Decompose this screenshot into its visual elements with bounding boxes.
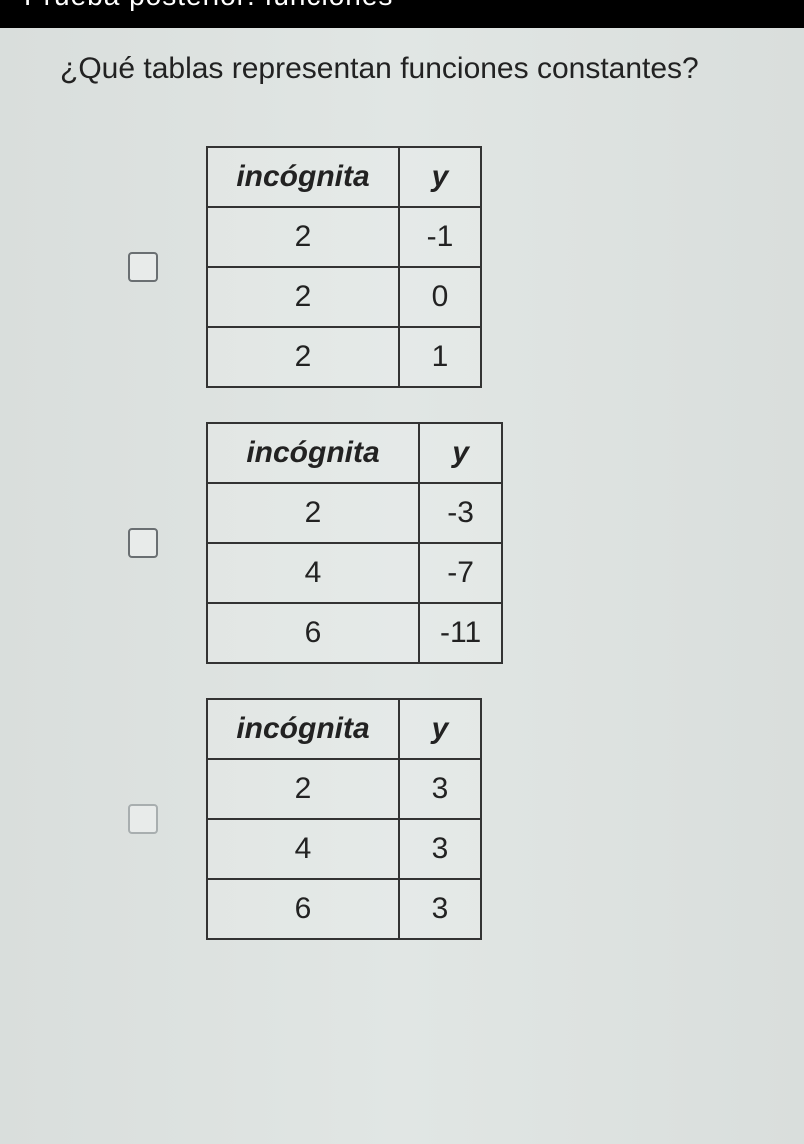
table-option-2: incógnita y 2 -3 4 -7 6 -11 [206,422,503,664]
option-2: incógnita y 2 -3 4 -7 6 -11 [128,422,764,664]
checkbox-option-2[interactable] [128,528,158,558]
header-x: incógnita [207,423,419,483]
table-row: 2 -1 [207,207,481,267]
cell-x: 2 [207,759,399,819]
table-header-row: incógnita y [207,423,502,483]
table-option-1: incógnita y 2 -1 2 0 2 1 [206,146,482,388]
table-row: 4 3 [207,819,481,879]
table-row: 4 -7 [207,543,502,603]
cell-y: -3 [419,483,502,543]
cell-x: 2 [207,483,419,543]
checkbox-option-1[interactable] [128,252,158,282]
cell-x: 4 [207,819,399,879]
content-area: ¿Qué tablas representan funciones consta… [0,28,804,1014]
question-text: ¿Qué tablas representan funciones consta… [60,52,764,86]
header-x: incógnita [207,699,399,759]
table-row: 6 3 [207,879,481,939]
cell-y: 3 [399,879,481,939]
cell-y: -11 [419,603,502,663]
table-row: 2 3 [207,759,481,819]
cell-y: 1 [399,327,481,387]
header-y: y [399,147,481,207]
option-3: incógnita y 2 3 4 3 6 3 [128,698,764,940]
table-row: 6 -11 [207,603,502,663]
cell-y: -7 [419,543,502,603]
cell-x: 2 [207,267,399,327]
table-header-row: incógnita y [207,699,481,759]
table-row: 2 -3 [207,483,502,543]
cell-y: 3 [399,759,481,819]
option-1: incógnita y 2 -1 2 0 2 1 [128,146,764,388]
title-bar: Prueba posterior: funciones [0,0,804,28]
checkbox-option-3[interactable] [128,804,158,834]
table-row: 2 1 [207,327,481,387]
header-y: y [419,423,502,483]
cell-y: -1 [399,207,481,267]
cell-y: 0 [399,267,481,327]
header-y: y [399,699,481,759]
cell-x: 4 [207,543,419,603]
header-x: incógnita [207,147,399,207]
cell-x: 6 [207,603,419,663]
table-header-row: incógnita y [207,147,481,207]
table-option-3: incógnita y 2 3 4 3 6 3 [206,698,482,940]
cell-y: 3 [399,819,481,879]
cell-x: 2 [207,327,399,387]
cell-x: 6 [207,879,399,939]
cell-x: 2 [207,207,399,267]
title-bar-text: Prueba posterior: funciones [24,0,780,10]
table-row: 2 0 [207,267,481,327]
